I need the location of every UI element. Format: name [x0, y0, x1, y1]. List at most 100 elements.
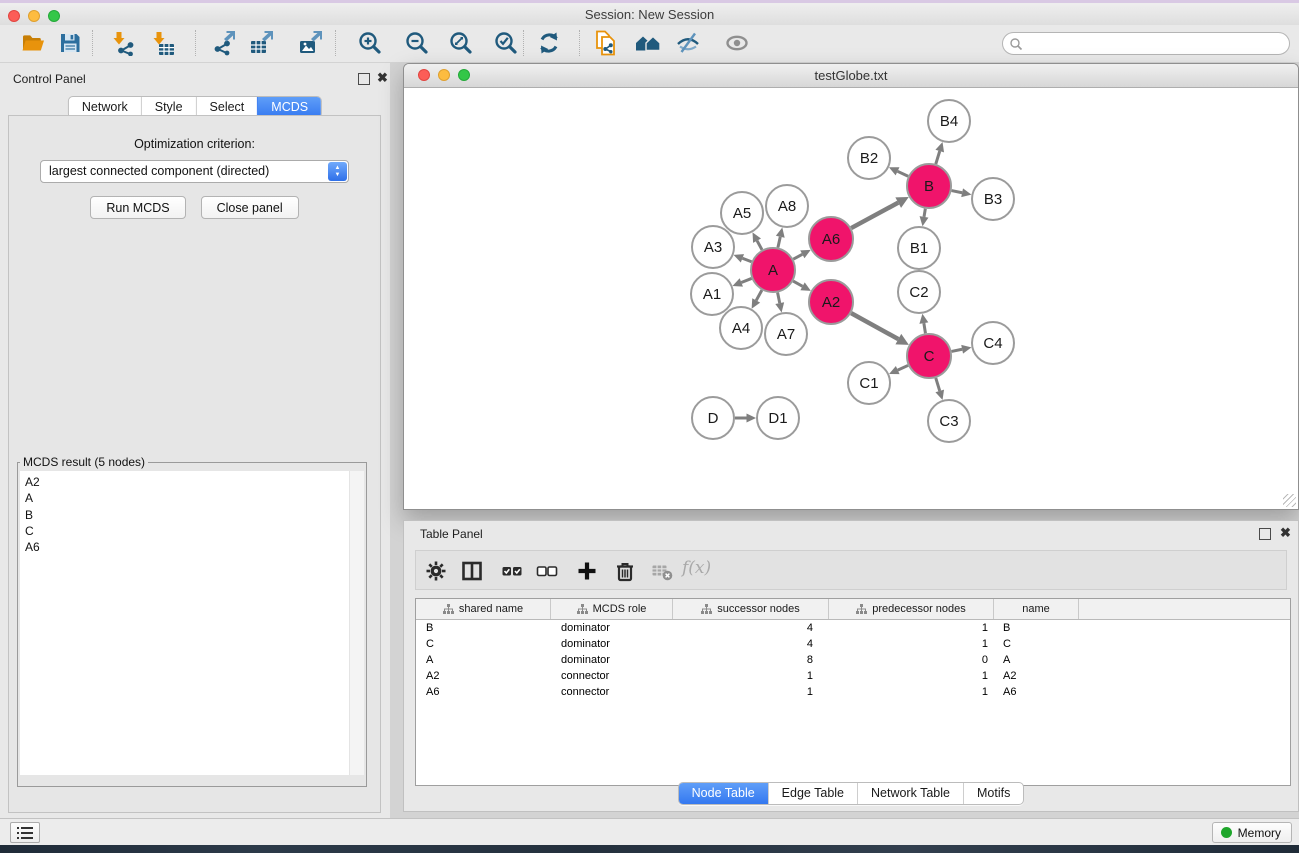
export-table-icon[interactable] — [249, 30, 275, 56]
cell[interactable]: dominator — [551, 622, 673, 634]
table-row[interactable]: Bdominator41B — [416, 620, 1290, 636]
column-header-successor-nodes[interactable]: successor nodes — [673, 599, 829, 619]
deselect-all-icon[interactable] — [535, 559, 559, 583]
zoom-out-icon[interactable] — [404, 30, 430, 56]
edge-C-C1[interactable] — [898, 365, 908, 370]
edge-A2-C[interactable] — [851, 313, 898, 339]
memory-button[interactable]: Memory — [1212, 822, 1292, 843]
cell[interactable]: A — [994, 654, 1079, 666]
edge-C-C3[interactable] — [936, 378, 940, 391]
table-row[interactable]: Cdominator41C — [416, 636, 1290, 652]
cell[interactable]: 1 — [829, 670, 994, 682]
cell[interactable]: 0 — [829, 654, 994, 666]
panel-selector-button[interactable] — [10, 822, 40, 843]
column-header-name[interactable]: name — [994, 599, 1079, 619]
edge-C-C4[interactable] — [952, 349, 963, 351]
add-column-icon[interactable] — [575, 559, 599, 583]
delete-columns-icon[interactable] — [613, 559, 637, 583]
edge-A-A7[interactable] — [778, 293, 780, 304]
refresh-icon[interactable] — [536, 30, 562, 56]
edge-A-A2[interactable] — [793, 281, 802, 286]
table-row[interactable]: Adominator80A — [416, 652, 1290, 668]
cell[interactable]: dominator — [551, 638, 673, 650]
show-all-networks-icon[interactable] — [635, 30, 661, 56]
cell[interactable]: 4 — [673, 622, 829, 634]
float-panel-icon[interactable] — [358, 73, 370, 85]
close-panel-icon[interactable]: ✖ — [377, 72, 388, 83]
cell[interactable]: A2 — [416, 670, 551, 682]
import-network-icon[interactable] — [110, 30, 136, 56]
edge-B-B4[interactable] — [936, 151, 940, 164]
show-hidden-icon[interactable] — [724, 30, 750, 56]
network-canvas[interactable]: AA1A2A3A4A5A6A7A8BB1B2B3B4CC1C2C3C4DD1 — [405, 88, 1297, 508]
cell[interactable]: A — [416, 654, 551, 666]
cell[interactable]: 1 — [673, 670, 829, 682]
edge-B-B2[interactable] — [898, 171, 909, 176]
cell[interactable]: connector — [551, 670, 673, 682]
table-tab-edge-table[interactable]: Edge Table — [768, 783, 857, 804]
open-session-icon[interactable] — [20, 30, 46, 56]
cell[interactable]: 8 — [673, 654, 829, 666]
cell[interactable]: C — [416, 638, 551, 650]
table-row[interactable]: A6connector11A6 — [416, 684, 1290, 700]
float-table-panel-icon[interactable] — [1259, 528, 1271, 540]
close-table-panel-icon[interactable]: ✖ — [1280, 527, 1291, 538]
edge-A-A8[interactable] — [778, 237, 780, 248]
edge-B-B3[interactable] — [952, 191, 963, 193]
mcds-result-item[interactable]: A — [25, 490, 349, 506]
select-all-icon[interactable] — [500, 559, 524, 583]
cell[interactable]: 1 — [829, 686, 994, 698]
show-columns-icon[interactable] — [460, 559, 484, 583]
table-row[interactable]: A2connector11A2 — [416, 668, 1290, 684]
cell[interactable]: 4 — [673, 638, 829, 650]
edge-A6-B[interactable] — [851, 203, 898, 228]
export-image-icon[interactable] — [298, 30, 324, 56]
criterion-select[interactable]: largest connected component (directed) ▲… — [40, 160, 349, 183]
mcds-result-item[interactable]: B — [25, 507, 349, 523]
cell[interactable]: A6 — [416, 686, 551, 698]
mcds-result-item[interactable]: A6 — [25, 539, 349, 555]
network-window-titlebar[interactable]: testGlobe.txt — [404, 64, 1298, 88]
zoom-selected-icon[interactable] — [493, 30, 519, 56]
import-table-icon[interactable] — [150, 30, 176, 56]
application-window: Session: New Session — [0, 0, 1299, 853]
settings-gear-icon[interactable] — [424, 559, 448, 583]
column-header-predecessor-nodes[interactable]: predecessor nodes — [829, 599, 994, 619]
table-tab-network-table[interactable]: Network Table — [857, 783, 963, 804]
search-input[interactable] — [1023, 36, 1277, 52]
save-session-icon[interactable] — [57, 30, 83, 56]
cell[interactable]: A6 — [994, 686, 1079, 698]
cell[interactable]: C — [994, 638, 1079, 650]
mcds-result-item[interactable]: A2 — [25, 474, 349, 490]
cell[interactable]: 1 — [829, 622, 994, 634]
network-from-selection-icon[interactable] — [593, 30, 619, 56]
cell[interactable]: B — [994, 622, 1079, 634]
edge-A-A5[interactable] — [757, 241, 762, 250]
table-tab-motifs[interactable]: Motifs — [963, 783, 1023, 804]
cell[interactable]: dominator — [551, 654, 673, 666]
zoom-in-icon[interactable] — [357, 30, 383, 56]
select-stepper-icon[interactable]: ▲▼ — [328, 162, 347, 181]
cell[interactable]: 1 — [673, 686, 829, 698]
column-header-MCDS-role[interactable]: MCDS role — [551, 599, 673, 619]
column-header-shared-name[interactable]: shared name — [416, 599, 551, 619]
edge-A-A1[interactable] — [741, 278, 751, 282]
result-list-scrollbar[interactable] — [350, 471, 364, 775]
hide-selected-icon[interactable] — [675, 30, 701, 56]
run-mcds-button[interactable]: Run MCDS — [90, 196, 185, 219]
cell[interactable]: 1 — [829, 638, 994, 650]
table-tab-node-table[interactable]: Node Table — [679, 783, 768, 804]
cell[interactable]: A2 — [994, 670, 1079, 682]
window-resize-grip[interactable] — [1283, 494, 1296, 507]
cell[interactable]: B — [416, 622, 551, 634]
export-network-icon[interactable] — [211, 30, 237, 56]
cell[interactable]: connector — [551, 686, 673, 698]
edge-B-B1[interactable] — [924, 209, 925, 217]
edge-C-C2[interactable] — [924, 323, 926, 333]
mcds-result-item[interactable]: C — [25, 523, 349, 539]
edge-A-A3[interactable] — [742, 258, 751, 261]
zoom-fit-icon[interactable] — [448, 30, 474, 56]
edge-A-A4[interactable] — [756, 290, 762, 300]
close-panel-button[interactable]: Close panel — [201, 196, 299, 219]
edge-A-A6[interactable] — [793, 254, 802, 259]
